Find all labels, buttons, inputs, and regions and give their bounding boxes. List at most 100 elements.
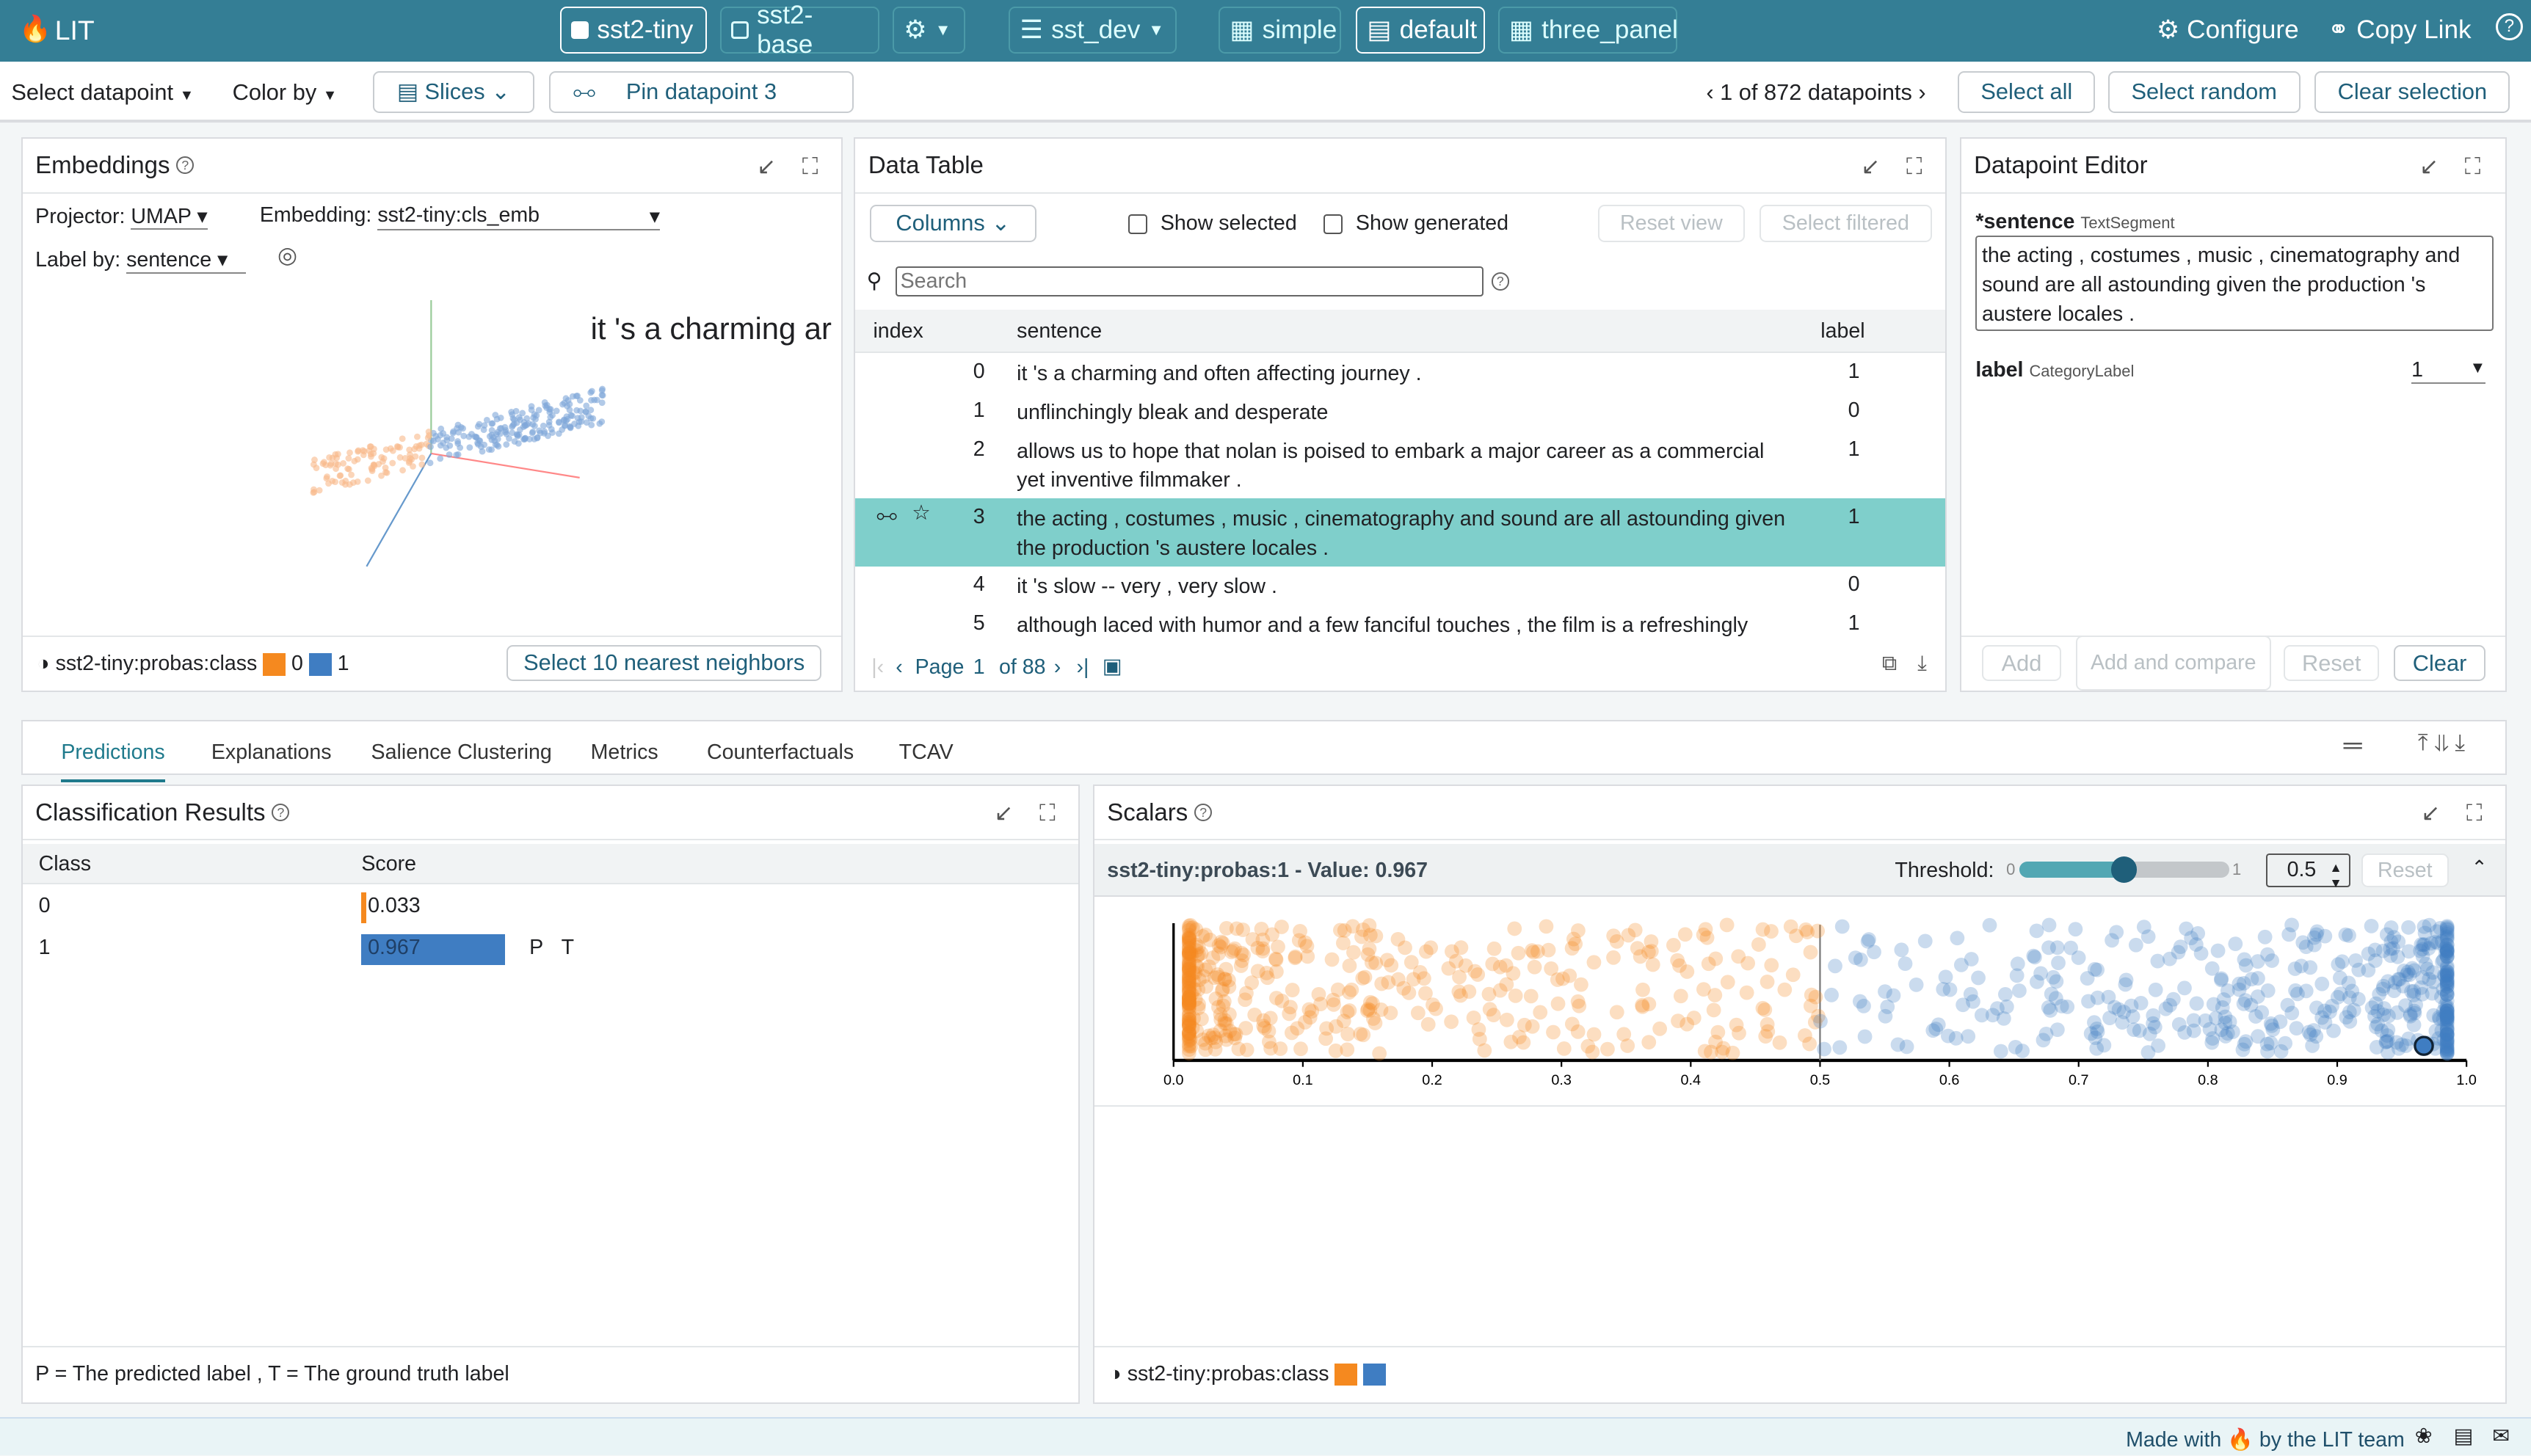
scatter-point[interactable] (1472, 1031, 1487, 1046)
scatter-point[interactable] (2049, 939, 2065, 955)
next-icon[interactable]: › (1918, 79, 1925, 105)
column-header-index[interactable]: index (873, 319, 923, 343)
maximize-icon[interactable]: ⛶ (1039, 800, 1056, 827)
scatter-point[interactable] (2011, 983, 2027, 998)
scatter-point[interactable] (1942, 982, 1958, 997)
scatter-point[interactable] (1950, 930, 1964, 945)
scatter-point[interactable] (1570, 994, 1586, 1009)
embedding-point[interactable] (452, 451, 460, 459)
scatter-point[interactable] (2394, 1037, 2409, 1052)
scatter-point[interactable] (2029, 923, 2044, 938)
embedding-point[interactable] (526, 435, 533, 443)
scatter-point[interactable] (1556, 1041, 1572, 1056)
embedding-point[interactable] (514, 432, 521, 440)
scatter-point[interactable] (1453, 939, 1469, 955)
embedding-point[interactable] (347, 471, 355, 478)
scatter-point[interactable] (1878, 1008, 1893, 1024)
embedding-point[interactable] (496, 425, 504, 432)
scatter-point[interactable] (1739, 985, 1754, 1000)
scatter-point[interactable] (2428, 1023, 2443, 1038)
scatter-point[interactable] (2298, 939, 2314, 954)
embedding-point[interactable] (328, 477, 335, 484)
scatter-point[interactable] (2293, 958, 2309, 973)
scatter-point[interactable] (1261, 1034, 1277, 1049)
scatter-point[interactable] (2126, 1022, 2141, 1037)
embedding-point[interactable] (489, 420, 495, 427)
embedding-point[interactable] (364, 477, 371, 484)
scatter-point[interactable] (2128, 937, 2143, 953)
scatter-point[interactable] (1764, 957, 1779, 972)
scatter-point[interactable] (1816, 1041, 1831, 1057)
help-icon[interactable]: ? (272, 803, 290, 822)
scatter-point[interactable] (1194, 1011, 1209, 1026)
scatter-point[interactable] (1227, 1026, 1241, 1041)
scatter-point[interactable] (2389, 1005, 2405, 1020)
embedding-point[interactable] (310, 486, 317, 493)
embedding-point[interactable] (334, 461, 341, 468)
scatter-point[interactable] (1390, 931, 1406, 947)
column-header-score[interactable]: Score (361, 852, 416, 876)
embedding-point[interactable] (338, 478, 346, 486)
scatter-point[interactable] (2238, 1033, 2254, 1049)
scatter-point[interactable] (1336, 1013, 1351, 1028)
scatter-point[interactable] (1416, 970, 1431, 986)
model-settings-button[interactable]: ⚙ ▼ (893, 6, 965, 54)
embedding-point[interactable] (329, 454, 336, 462)
scatter-point[interactable] (2260, 983, 2276, 998)
scatter-point[interactable] (1384, 958, 1398, 972)
scatter-point[interactable] (2314, 976, 2329, 991)
scatter-point[interactable] (1641, 1034, 1656, 1049)
scatter-point[interactable] (1673, 988, 1688, 1003)
tab-salience-clustering[interactable]: Salience Clustering (371, 740, 552, 765)
prev-page-icon[interactable]: ‹ (896, 655, 903, 680)
scatter-point[interactable] (2303, 1027, 2318, 1042)
help-icon[interactable]: ? (2495, 12, 2524, 40)
table-row[interactable]: 4 it 's slow -- very , very slow . 0 (855, 567, 1945, 605)
embedding-point[interactable] (535, 407, 542, 414)
table-row[interactable]: 0 it 's a charming and often affecting jo… (855, 353, 1945, 392)
scatter-point[interactable] (1677, 926, 1693, 942)
search-input[interactable] (896, 266, 1484, 297)
scatter-point[interactable] (2378, 1034, 2394, 1049)
clear-selection-button[interactable]: Clear selection (2314, 70, 2510, 113)
embedding-point[interactable] (389, 447, 396, 454)
embedding-point[interactable] (454, 429, 462, 436)
embedding-point[interactable] (323, 473, 330, 480)
scatter-point[interactable] (1539, 919, 1554, 933)
column-header-label[interactable]: label (1820, 319, 1864, 343)
scatter-point[interactable] (1181, 975, 1196, 991)
select-datapoint-dropdown[interactable]: Select datapoint ▼ (11, 79, 194, 106)
scatter-point[interactable] (1909, 977, 1924, 992)
scatter-point[interactable] (1365, 996, 1380, 1011)
embedding-point[interactable] (446, 442, 453, 449)
scatter-point[interactable] (1940, 1028, 1956, 1044)
scatter-point[interactable] (2089, 1021, 2105, 1036)
scatter-point[interactable] (1211, 937, 1227, 953)
embedding-point[interactable] (560, 417, 567, 424)
scatter-point[interactable] (1263, 1010, 1278, 1025)
embedding-point[interactable] (379, 458, 386, 465)
embedding-select[interactable]: sst2-tiny:cls_emb ▾ (377, 203, 661, 230)
scatter-point[interactable] (1216, 998, 1230, 1013)
scatter-point[interactable] (1288, 949, 1303, 964)
scatter-point[interactable] (2165, 991, 2181, 1007)
scatter-point[interactable] (2189, 996, 2204, 1011)
embedding-point[interactable] (476, 437, 482, 444)
scatter-point[interactable] (1605, 928, 1621, 943)
column-header-class[interactable]: Class (39, 852, 91, 876)
sentence-textarea[interactable]: the acting , costumes , music , cinemato… (1975, 235, 2494, 331)
minimize-icon[interactable]: ↙ (994, 800, 1013, 826)
label-by-select[interactable]: sentence ▾ (126, 247, 246, 274)
embedding-point[interactable] (396, 443, 403, 451)
scatter-point[interactable] (2171, 944, 2186, 959)
embedding-point[interactable] (529, 429, 536, 437)
embedding-point[interactable] (528, 406, 535, 413)
scatter-point[interactable] (1757, 1002, 1772, 1017)
scatter-point[interactable] (2338, 927, 2353, 942)
scatter-point[interactable] (1492, 983, 1508, 998)
scatter-point[interactable] (1543, 961, 1558, 976)
scatter-point[interactable] (1852, 994, 1867, 1009)
scatter-point[interactable] (2277, 1035, 2292, 1051)
select-filtered-button[interactable]: Select filtered (1759, 205, 1932, 242)
scatter-point[interactable] (2439, 1038, 2455, 1053)
